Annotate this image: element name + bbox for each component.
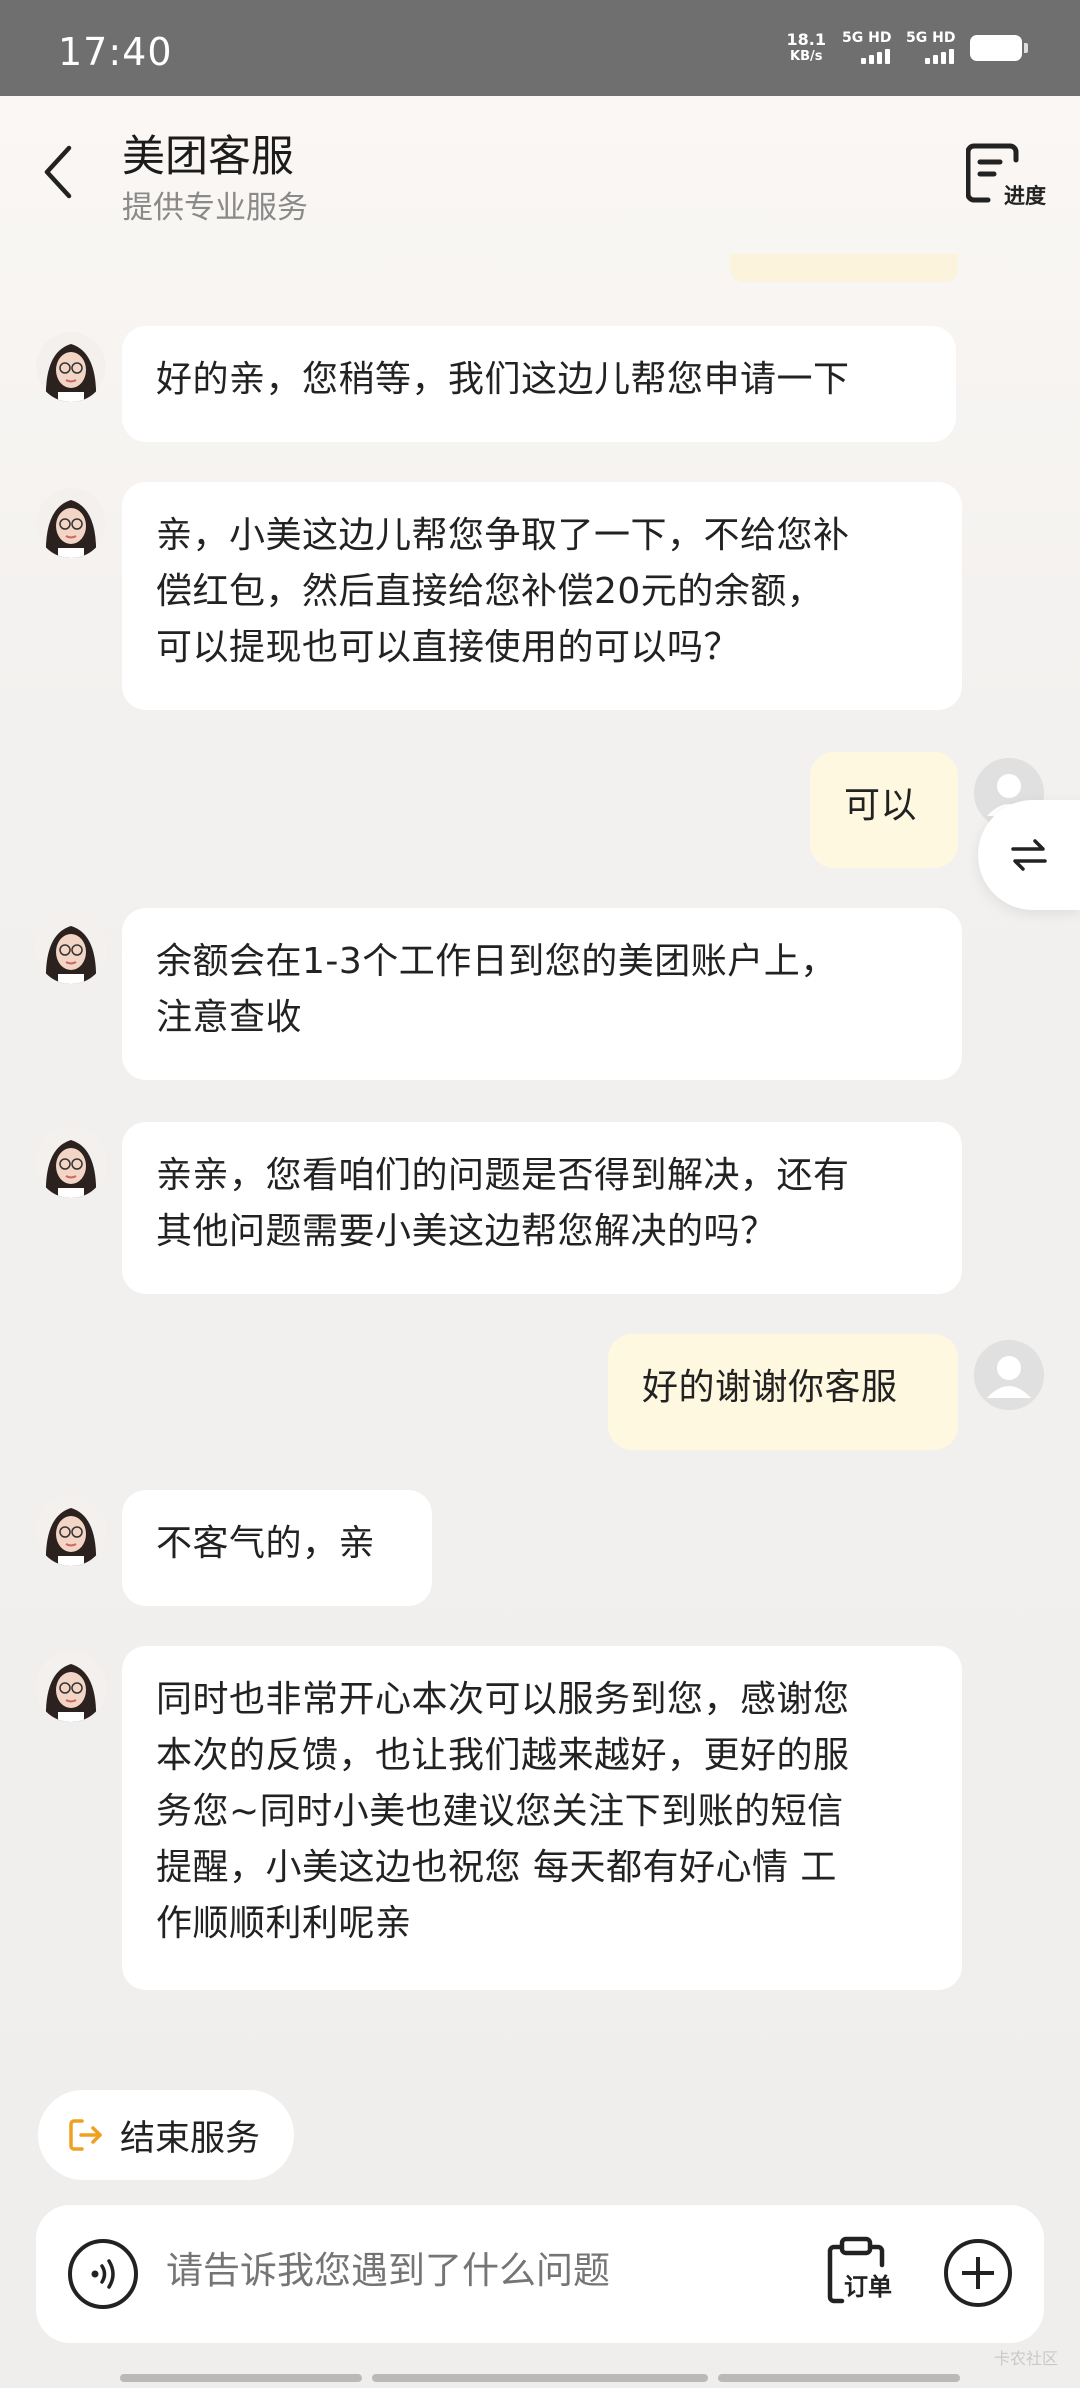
message-line: 其他问题需要小美这边帮您解决的吗？ [156,1211,777,1252]
user-message-bubble: 可以 [810,752,958,868]
agent-avatar-icon [36,1652,106,1722]
exit-icon [69,2119,102,2151]
voice-input-button[interactable] [68,2239,138,2309]
sim1-label: 5G HD [842,30,892,46]
user-avatar[interactable] [974,1340,1044,1410]
nav-indicator [372,2374,708,2382]
status-icons: 18.1 KB/s 5G HD 5G HD [787,30,1028,66]
agent-avatar[interactable] [36,914,106,984]
user-avatar-icon [974,1340,1044,1410]
message-line: 同时也非常开心本次可以服务到您，感谢您 [156,1679,850,1720]
previous-bubble-edge [730,254,958,282]
page-subtitle: 提供专业服务 [122,190,308,226]
agent-message-bubble: 亲亲，您看咱们的问题是否得到解决，还有 其他问题需要小美这边帮您解决的吗？ [122,1122,962,1294]
message-input[interactable] [166,2249,806,2292]
message-line: 亲，小美这边儿帮您争取了一下，不给您补 [156,515,850,556]
agent-message-bubble: 不客气的，亲 [122,1490,432,1606]
order-label: 订单 [844,2273,892,2301]
swap-arrows-icon [1011,839,1047,871]
message-text: 好的亲，您稍等，我们这边儿帮您申请一下 [156,359,850,400]
nav-indicator [120,2374,362,2382]
voice-icon [91,2259,115,2289]
progress-button[interactable]: 进度 [966,140,1046,210]
message-line: 作顺顺利利呢亲 [156,1903,412,1944]
message-line: 偿红包，然后直接给您补偿20元的余额， [156,571,824,612]
message-line: 注意查收 [156,997,303,1038]
agent-avatar[interactable] [36,1652,106,1722]
sim2-label: 5G HD [906,30,956,46]
agent-avatar-icon [36,914,106,984]
agent-message-bubble: 同时也非常开心本次可以服务到您，感谢您 本次的反馈，也让我们越来越好，更好的服 … [122,1646,962,1990]
order-button[interactable]: 订单 [826,2235,912,2311]
message-text: 不客气的，亲 [156,1523,376,1564]
network-speed-value: 18.1 [786,30,826,49]
network-speed-unit: KB/s [790,49,823,64]
battery-icon [970,35,1028,61]
agent-avatar[interactable] [36,1128,106,1198]
status-time: 17:40 [58,30,173,74]
message-line: 可以提现也可以直接使用的可以吗？ [156,627,741,668]
agent-message-bubble: 余额会在1-3个工作日到您的美团账户上， 注意查收 [122,908,962,1080]
message-text: 好的谢谢你客服 [642,1367,898,1408]
end-service-button[interactable]: 结束服务 [38,2090,294,2180]
page-title: 美团客服 [122,132,294,182]
end-service-label: 结束服务 [120,2118,261,2159]
add-button[interactable] [944,2239,1012,2307]
status-bar: 17:40 18.1 KB/s 5G HD 5G HD [0,0,1080,96]
agent-avatar-icon [36,1496,106,1566]
message-line: 余额会在1-3个工作日到您的美团账户上， [156,941,837,982]
signal-icon: 5G HD [906,30,956,66]
watermark: 卡农社区 [993,2349,1058,2368]
message-line: 本次的反馈，也让我们越来越好，更好的服 [156,1735,850,1776]
progress-label: 进度 [1004,184,1046,208]
agent-avatar-icon [36,1128,106,1198]
chevron-left-icon [44,145,72,199]
back-button[interactable] [36,142,80,202]
network-speed: 18.1 KB/s [787,31,826,65]
agent-avatar-icon [36,488,106,558]
message-line: 务您~同时小美也建议您关注下到账的短信 [156,1791,844,1832]
user-message-bubble: 好的谢谢你客服 [608,1334,958,1450]
agent-avatar[interactable] [36,1496,106,1566]
message-text: 可以 [844,785,918,826]
agent-avatar-icon [36,332,106,402]
switch-button[interactable] [978,800,1080,910]
agent-message-bubble: 好的亲，您稍等，我们这边儿帮您申请一下 [122,326,956,442]
message-line: 亲亲，您看咱们的问题是否得到解决，还有 [156,1155,850,1196]
signal-icon: 5G HD [842,30,892,66]
message-input-bar: 订单 [36,2205,1044,2343]
agent-avatar[interactable] [36,488,106,558]
agent-message-bubble: 亲，小美这边儿帮您争取了一下，不给您补 偿红包，然后直接给您补偿20元的余额， … [122,482,962,710]
nav-indicator [718,2374,960,2382]
chat-header: 美团客服 提供专业服务 进度 [0,96,1080,246]
agent-avatar[interactable] [36,332,106,402]
message-line: 提醒，小美这边也祝您 每天都有好心情 工 [156,1847,837,1888]
